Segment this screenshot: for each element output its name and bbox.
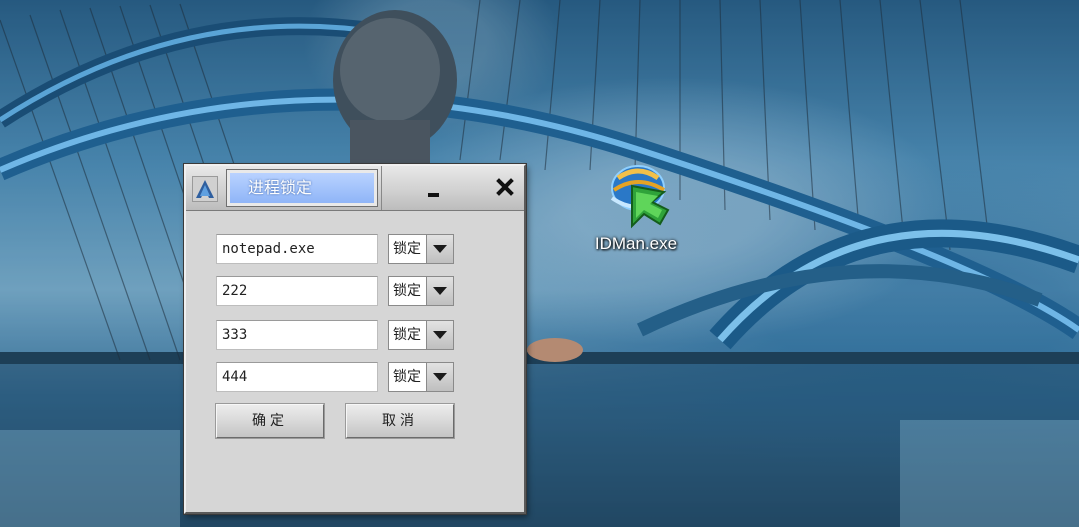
- cancel-button[interactable]: 取消: [345, 403, 455, 439]
- title-bar[interactable]: 进程锁定: [186, 166, 524, 211]
- desktop-icon-label: IDMan.exe: [594, 234, 678, 253]
- process-name-input[interactable]: notepad.exe: [216, 234, 378, 264]
- dropdown-button[interactable]: [426, 235, 453, 263]
- desktop-wallpaper: [0, 0, 1079, 527]
- dialog-title: 进程锁定: [226, 169, 378, 207]
- desktop-icon-idman[interactable]: IDMan.exe: [576, 160, 696, 254]
- chevron-down-icon: [433, 331, 447, 339]
- chevron-down-icon: [433, 245, 447, 253]
- lock-mode-value: 锁定: [393, 369, 421, 385]
- lock-mode-value: 锁定: [393, 327, 421, 343]
- minimize-icon: [428, 193, 439, 197]
- idm-globe-arrow-icon: [610, 165, 670, 229]
- dropdown-button[interactable]: [426, 277, 453, 305]
- ok-button[interactable]: 确定: [215, 403, 325, 439]
- process-name-input[interactable]: 333: [216, 320, 378, 350]
- lock-mode-select[interactable]: 锁定: [388, 320, 454, 350]
- lock-mode-select[interactable]: 锁定: [388, 362, 454, 392]
- minimize-button[interactable]: [420, 176, 446, 202]
- chevron-down-icon: [433, 373, 447, 381]
- close-icon: [496, 178, 514, 196]
- lock-mode-select[interactable]: 锁定: [388, 234, 454, 264]
- lock-mode-value: 锁定: [393, 283, 421, 299]
- dropdown-button[interactable]: [426, 321, 453, 349]
- process-name-input[interactable]: 222: [216, 276, 378, 306]
- app-logo-icon: [192, 176, 218, 202]
- process-lock-dialog: 进程锁定 notepad.exe 锁定 222 锁定 333 锁定 444 锁定…: [184, 164, 526, 514]
- process-name-input[interactable]: 444: [216, 362, 378, 392]
- close-button[interactable]: [493, 175, 517, 199]
- lock-mode-value: 锁定: [393, 241, 421, 257]
- lock-mode-select[interactable]: 锁定: [388, 276, 454, 306]
- chevron-down-icon: [433, 287, 447, 295]
- title-separator: [381, 166, 382, 210]
- dropdown-button[interactable]: [426, 363, 453, 391]
